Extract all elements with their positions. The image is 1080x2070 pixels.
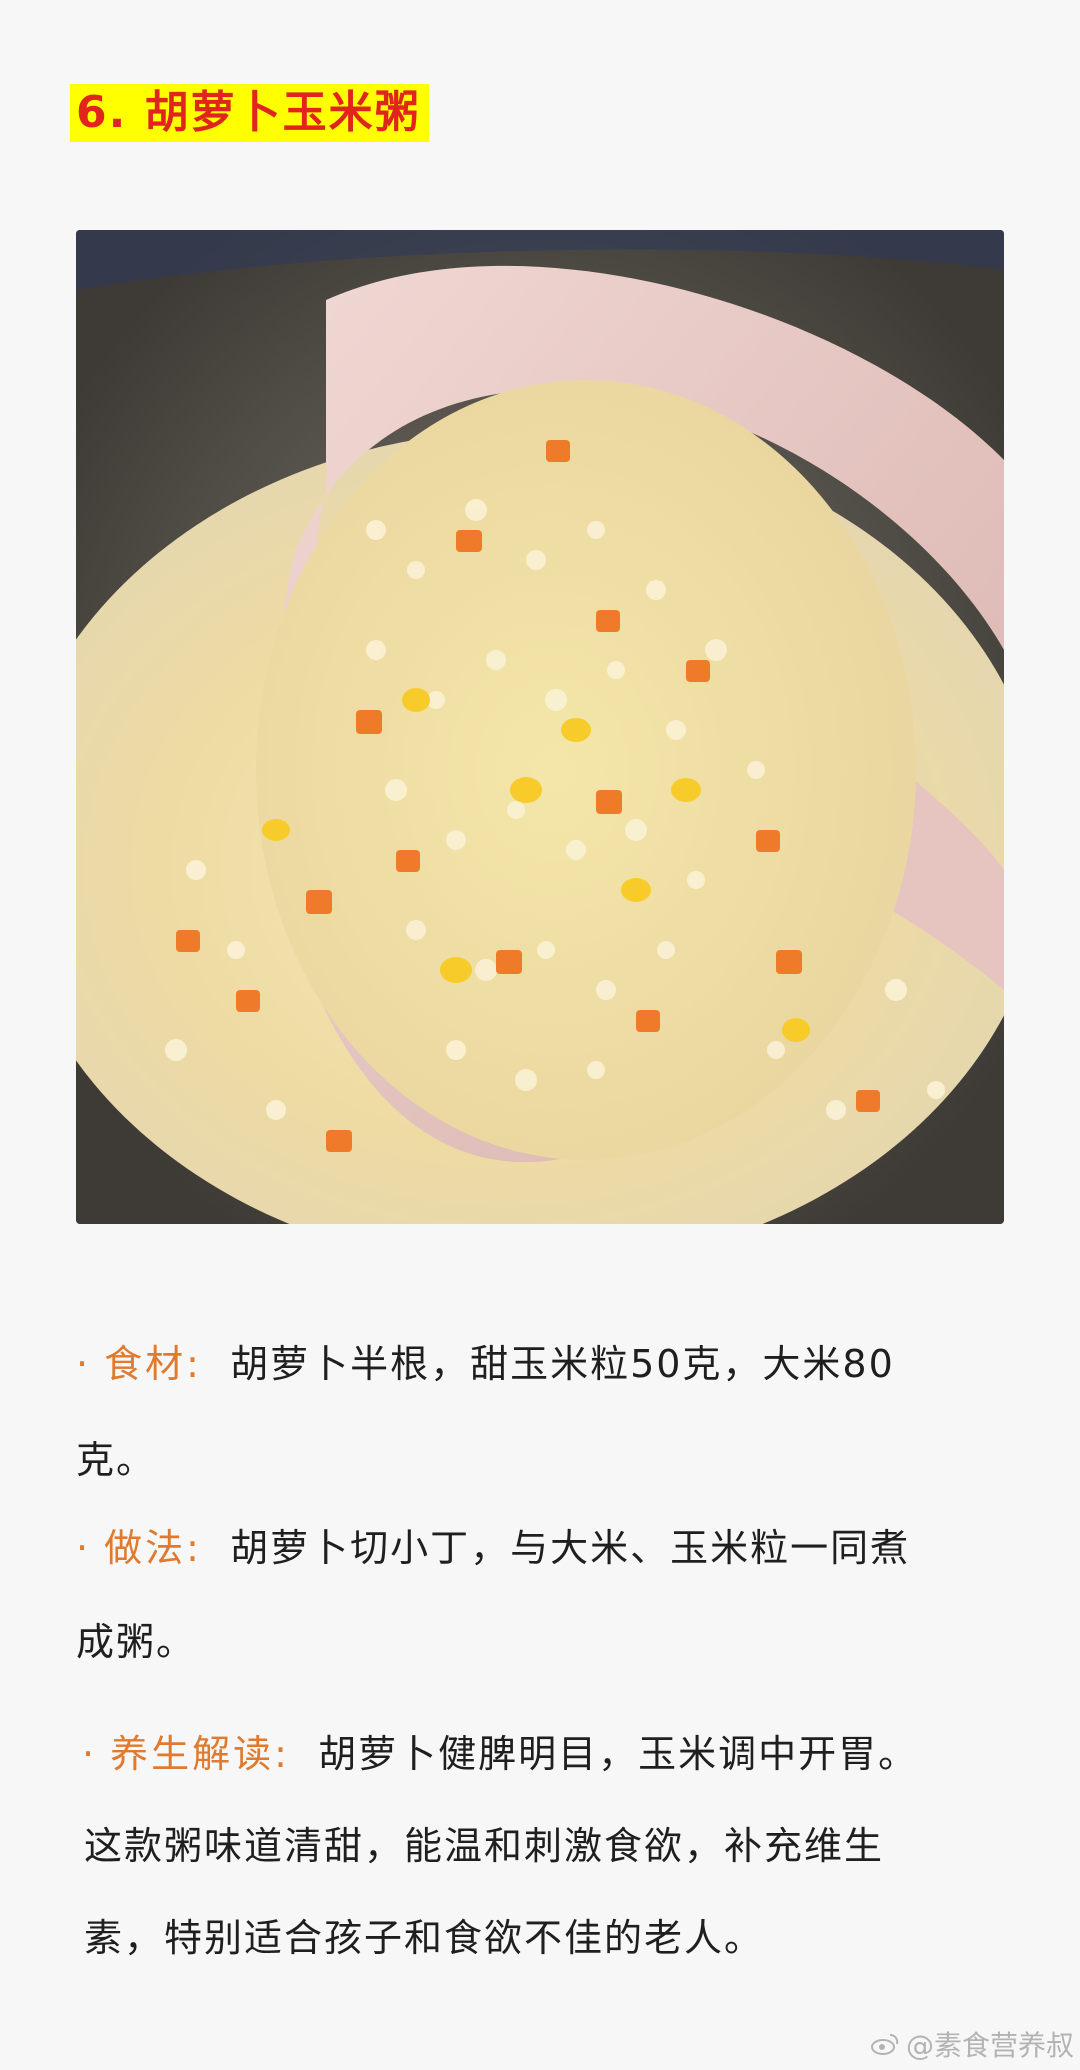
carrot-corn-porridge-photo bbox=[76, 230, 1004, 1224]
ingredients-line-1: · 食材: 胡萝卜半根，甜玉米粒50克，大米80 bbox=[76, 1336, 895, 1392]
method-label: 做法: bbox=[104, 1526, 202, 1570]
watermark: @素食营养叔 bbox=[870, 2024, 1074, 2064]
health-label: 养生解读: bbox=[110, 1732, 290, 1776]
bullet: · bbox=[76, 1342, 91, 1386]
watermark-text: @素食营养叔 bbox=[905, 2029, 1074, 2062]
bullet: · bbox=[76, 1526, 91, 1570]
ingredients-text: 胡萝卜半根，甜玉米粒50克，大米80 bbox=[230, 1342, 895, 1386]
health-line-2: 这款粥味道清甜，能温和刺激食欲，补充维生 bbox=[84, 1824, 885, 1868]
health-text: 胡萝卜健脾明目，玉米调中开胃。 bbox=[318, 1732, 919, 1776]
ingredients-label: 食材: bbox=[104, 1342, 202, 1386]
health-line-1: · 养生解读: 胡萝卜健脾明目，玉米调中开胃。 bbox=[82, 1726, 918, 1782]
method-line-1: · 做法: 胡萝卜切小丁，与大米、玉米粒一同煮 bbox=[76, 1520, 910, 1576]
bullet: · bbox=[82, 1732, 97, 1776]
page-title: 6. 胡萝卜玉米粥 bbox=[70, 84, 429, 142]
health-line-3: 素，特别适合孩子和食欲不佳的老人。 bbox=[84, 1916, 765, 1960]
method-line-2: 成粥。 bbox=[76, 1620, 197, 1664]
weibo-icon bbox=[870, 2034, 899, 2055]
ingredients-line-2: 克。 bbox=[76, 1438, 157, 1482]
method-text: 胡萝卜切小丁，与大米、玉米粒一同煮 bbox=[230, 1526, 911, 1570]
